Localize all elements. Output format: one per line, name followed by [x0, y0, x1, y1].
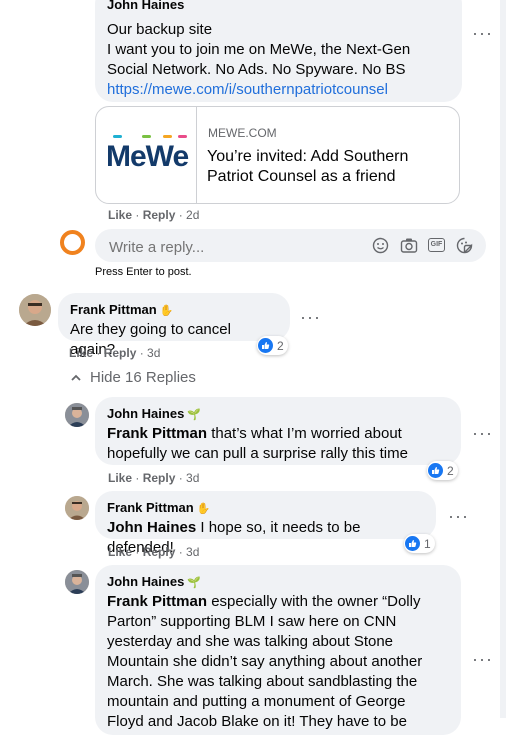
chevron-up-icon	[71, 374, 81, 381]
reply-text-line: March. She was talking about sandblastin…	[107, 673, 418, 690]
mewe-logo-text: MeWe	[106, 140, 189, 173]
link-preview-card[interactable]: MeWe MEWE.COM You’re invited: Add Southe…	[95, 106, 460, 204]
reaction-count[interactable]: 2	[257, 336, 288, 355]
hide-replies-toggle[interactable]: Hide 16 Replies	[70, 369, 196, 386]
plant-icon: 🌱	[187, 409, 201, 421]
comment-actions: Like · Reply · 2d	[108, 208, 200, 222]
more-options-icon[interactable]: ···	[472, 650, 493, 668]
hand-wave-icon: ✋	[196, 503, 211, 515]
reaction-number: 2	[447, 463, 454, 478]
avatar[interactable]	[65, 496, 89, 520]
more-options-icon[interactable]: ···	[448, 507, 469, 525]
reply-composer[interactable]: GIF	[95, 229, 486, 262]
comment-text-line: Social Network. No Ads. No Spyware. No B…	[107, 61, 406, 78]
camera-icon[interactable]	[400, 237, 418, 259]
like-link[interactable]: Like	[108, 545, 132, 559]
reply-author[interactable]: Frank Pittman ✋	[107, 499, 424, 518]
avatar[interactable]	[65, 570, 89, 594]
reaction-count[interactable]: 2	[427, 461, 458, 480]
preview-domain: MEWE.COM	[208, 126, 277, 140]
comment-author[interactable]: Frank Pittman ✋	[70, 301, 278, 320]
comment-text-line: Our backup site	[107, 21, 213, 38]
preview-title-line: Patriot Counsel as a friend	[207, 168, 396, 185]
comment-bubble: John Haines Our backup site I want you t…	[95, 0, 462, 102]
reply-text: Frank Pittman that’s what I’m worried ab…	[107, 425, 402, 442]
like-link[interactable]: Like	[69, 346, 93, 360]
like-reaction-icon	[405, 536, 420, 551]
comment-author[interactable]: John Haines	[107, 0, 450, 13]
reply-bubble: John Haines 🌱 Frank Pittman that’s what I…	[95, 397, 461, 465]
reply-text-line: hopefully we can pull a surprise rally t…	[107, 445, 408, 462]
reply-text-line: Parton” supporting BLM I saw here on CNN	[107, 613, 397, 630]
comment-text-line: I want you to join me on MeWe, the Next-…	[107, 41, 411, 58]
reply-timestamp[interactable]: 3d	[186, 545, 199, 559]
hand-wave-icon: ✋	[159, 305, 174, 317]
reaction-count[interactable]: 1	[404, 534, 435, 553]
reply-link[interactable]: Reply	[143, 208, 176, 222]
more-options-icon[interactable]: ···	[300, 308, 321, 326]
hide-replies-label: Hide 16 Replies	[90, 369, 196, 386]
reply-link[interactable]: Reply	[104, 346, 137, 360]
reply-author[interactable]: John Haines 🌱	[107, 573, 449, 592]
mewe-invite-link[interactable]: https://mewe.com/i/southernpatriotcounse…	[107, 81, 388, 98]
avatar[interactable]	[65, 403, 89, 427]
mention-link[interactable]: Frank Pittman	[107, 425, 207, 442]
reply-link[interactable]: Reply	[143, 545, 176, 559]
reply-hint: Press Enter to post.	[95, 266, 192, 278]
reply-link[interactable]: Reply	[143, 471, 176, 485]
more-options-icon[interactable]: ···	[472, 424, 493, 442]
reaction-number: 2	[277, 338, 284, 353]
comment-timestamp[interactable]: 3d	[147, 346, 160, 360]
reply-actions: Like · Reply · 3d	[108, 471, 200, 485]
reply-text-line: Floyd and Jacob Blake on it! They have t…	[107, 713, 407, 730]
reply-text: Frank Pittman especially with the owner …	[107, 593, 421, 610]
reply-bubble: Frank Pittman ✋ John Haines I hope so, it…	[95, 491, 436, 556]
reaction-number: 1	[424, 536, 431, 551]
avatar[interactable]	[19, 294, 51, 326]
reply-bubble: John Haines 🌱 Frank Pittman especially wi…	[95, 565, 461, 735]
reply-text-line: yesterday and she was talking about Ston…	[107, 633, 394, 650]
reply-text-line: Mountain she didn’t say anything about a…	[107, 653, 423, 670]
reply-input[interactable]	[107, 235, 361, 259]
mewe-logo: MeWe	[96, 107, 197, 203]
comment-actions: Like · Reply · 3d	[69, 346, 161, 360]
like-reaction-icon	[428, 463, 443, 478]
reply-timestamp[interactable]: 3d	[186, 471, 199, 485]
emoji-icon[interactable]	[372, 237, 389, 259]
like-reaction-icon	[258, 338, 273, 353]
mention-link[interactable]: Frank Pittman	[107, 593, 207, 610]
loading-ring-avatar	[60, 230, 85, 255]
gif-icon[interactable]: GIF	[428, 238, 445, 252]
plant-icon: 🌱	[187, 577, 201, 589]
sticker-icon[interactable]	[456, 237, 473, 259]
preview-title-line: You’re invited: Add Southern	[207, 148, 409, 165]
more-options-icon[interactable]: ···	[472, 24, 493, 42]
like-link[interactable]: Like	[108, 208, 132, 222]
reply-actions: Like · Reply · 3d	[108, 545, 200, 559]
mention-link[interactable]: John Haines	[107, 519, 196, 536]
like-link[interactable]: Like	[108, 471, 132, 485]
comment-timestamp[interactable]: 2d	[186, 208, 199, 222]
scrollbar-track[interactable]	[500, 0, 506, 718]
comment-bubble: Frank Pittman ✋ Are they going to cancel …	[58, 293, 290, 358]
reply-author[interactable]: John Haines 🌱	[107, 405, 449, 424]
reply-text-line: mountain and putting a monument of Georg…	[107, 693, 406, 710]
